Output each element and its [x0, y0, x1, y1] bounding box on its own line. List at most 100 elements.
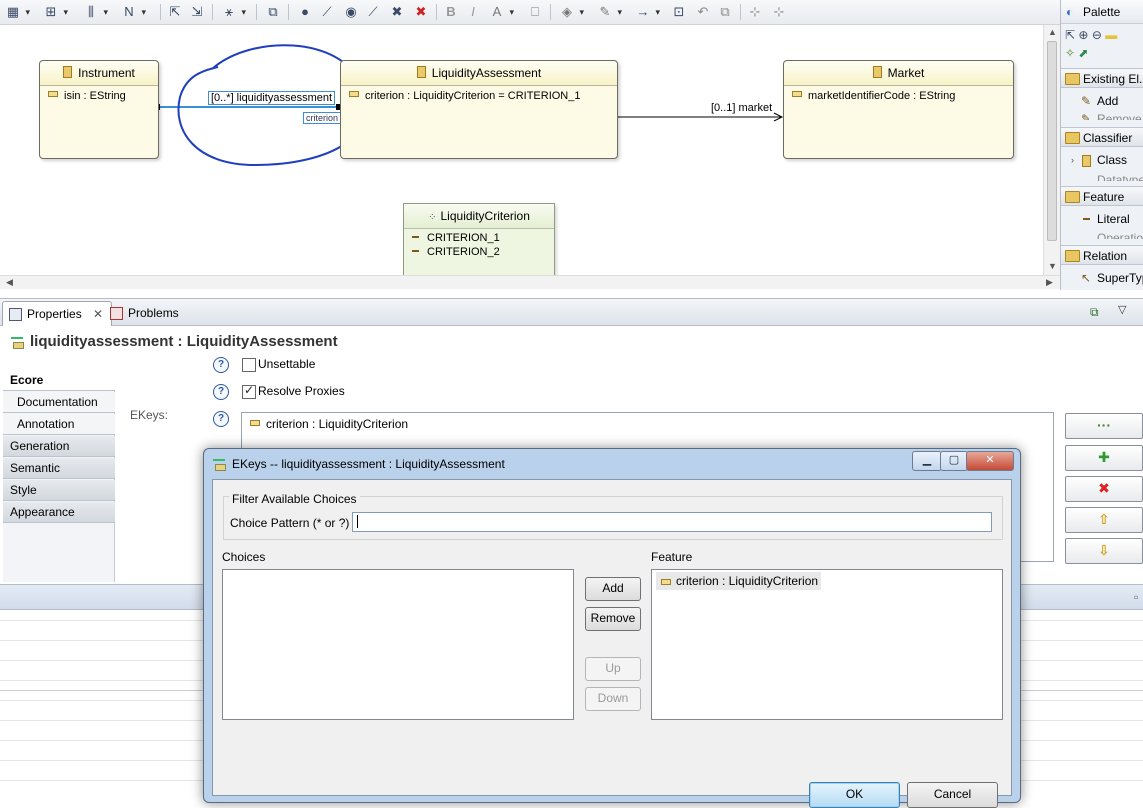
undo-icon[interactable]: ↶ — [694, 3, 712, 21]
palette-title[interactable]: ◐ Palette — [1061, 0, 1143, 24]
zoom-in-icon[interactable]: ⊕ — [1078, 28, 1088, 42]
paste-icon[interactable]: ⧉ — [716, 3, 734, 21]
add-tool-icon[interactable]: ⬈ — [1078, 46, 1088, 60]
view-menu-icon[interactable]: ▽ — [1118, 303, 1126, 316]
class-liquidity-assessment[interactable]: LiquidityAssessment criterion : Liquidit… — [340, 60, 618, 159]
section-ecore[interactable]: Ecore — [3, 370, 115, 391]
scroll-down-icon[interactable]: ▼ — [1048, 261, 1057, 271]
delete-from-diagram-icon[interactable]: ✖ — [388, 3, 406, 21]
canvas-vertical-scrollbar[interactable]: ▲ ▼ — [1043, 25, 1060, 275]
line-color-icon[interactable]: ✎ — [596, 3, 622, 21]
palette-item-literal[interactable]: Literal — [1061, 209, 1143, 229]
arrange-icon[interactable]: ⊞ — [42, 3, 68, 21]
route-icon[interactable]: N — [120, 3, 146, 21]
add-button[interactable]: Add — [585, 577, 641, 601]
edge-label-key[interactable]: criterion — [303, 112, 342, 124]
delete-from-model-icon[interactable]: ✖ — [412, 3, 430, 21]
enum-literal[interactable]: CRITERION_2 — [404, 244, 554, 258]
palette-item-class[interactable]: › Class — [1061, 150, 1143, 170]
section-generation[interactable]: Generation — [3, 436, 115, 457]
section-style[interactable]: Style — [3, 480, 115, 501]
drawer-classifier[interactable]: Classifier — [1061, 127, 1143, 147]
zoom-out-icon[interactable]: ⊖ — [1092, 28, 1102, 42]
drawer-relation[interactable]: Relation — [1061, 245, 1143, 265]
minimize-icon[interactable]: ▫ — [1134, 590, 1138, 604]
layout-icon[interactable]: ⇲ — [188, 3, 206, 21]
palette-item-operation[interactable]: Operation — [1061, 229, 1143, 239]
section-semantic[interactable]: Semantic — [3, 458, 115, 479]
help-icon[interactable]: ? — [213, 411, 229, 427]
tab-problems[interactable]: Problems — [104, 301, 187, 325]
diagram-canvas[interactable]: [0..*] liquidityassessment criterion [0.… — [0, 25, 1043, 275]
remove-button[interactable]: ✖ — [1065, 476, 1143, 502]
up-button[interactable]: Up — [585, 657, 641, 681]
canvas-horizontal-scrollbar[interactable]: ◀ ▶ — [0, 275, 1060, 289]
attribute-row[interactable]: marketIdentifierCode : EString — [784, 86, 1013, 102]
edge-label-assessment[interactable]: [0..*] liquidityassessment — [208, 91, 336, 105]
dialog-titlebar[interactable]: EKeys -- liquidityassessment : Liquidity… — [204, 449, 1020, 479]
fill-color-icon[interactable]: ◈ — [558, 3, 584, 21]
add-button[interactable]: ✚ — [1065, 445, 1143, 471]
palette-item-add[interactable]: ✎ Add — [1061, 91, 1143, 111]
unpin-icon[interactable]: ⊹ — [770, 3, 788, 21]
line-style-icon[interactable]: → — [634, 3, 661, 21]
connection-tool-icon[interactable]: ✧ — [1065, 46, 1075, 60]
edge-label-market[interactable]: [0..1] market — [711, 102, 772, 114]
select-all-icon[interactable]: ▦ — [4, 3, 30, 21]
font-color-icon[interactable]: A — [488, 3, 514, 21]
section-appearance[interactable]: Appearance — [3, 502, 115, 523]
help-icon[interactable]: ? — [213, 384, 229, 400]
down-button[interactable]: Down — [585, 687, 641, 711]
show-element-icon[interactable]: ● — [296, 3, 314, 21]
export-image-icon[interactable]: ⇱ — [166, 3, 184, 21]
feature-list-item[interactable]: criterion : LiquidityCriterion — [656, 572, 822, 590]
choices-list[interactable] — [222, 569, 574, 720]
italic-icon[interactable]: I — [464, 3, 482, 21]
drawer-feature[interactable]: Feature — [1061, 186, 1143, 206]
section-documentation[interactable]: Documentation — [3, 392, 115, 413]
align-icon[interactable]: ⫼ — [82, 3, 108, 21]
hide-element-icon[interactable]: ⟋ — [318, 3, 336, 21]
feature-list[interactable]: criterion : LiquidityCriterion — [651, 569, 1003, 720]
note-icon[interactable]: ▬ — [1105, 28, 1117, 42]
attribute-row[interactable]: isin : EString — [40, 86, 158, 102]
section-annotation[interactable]: Annotation — [3, 414, 115, 435]
move-down-button[interactable]: ⇩ — [1065, 538, 1143, 564]
scroll-right-icon[interactable]: ▶ — [1046, 277, 1053, 288]
drawer-existing-elements[interactable]: Existing El... — [1061, 68, 1143, 88]
palette-item-datatype[interactable]: Datatype — [1061, 171, 1143, 181]
tab-properties[interactable]: Properties ✕ — [2, 301, 113, 326]
remove-button[interactable]: Remove — [585, 607, 641, 631]
class-market[interactable]: Market marketIdentifierCode : EString — [783, 60, 1014, 159]
close-button[interactable]: ✕ — [966, 451, 1014, 471]
tree-layout-icon[interactable]: ⚹ — [220, 3, 246, 21]
cancel-button[interactable]: Cancel — [907, 782, 998, 808]
resolve-proxies-checkbox[interactable] — [242, 383, 256, 399]
class-instrument[interactable]: Instrument isin : EString — [39, 60, 159, 159]
attribute-row[interactable]: criterion : LiquidityCriterion = CRITERI… — [341, 86, 617, 102]
palette-item-supertype[interactable]: ↖ SuperTyp — [1061, 268, 1143, 288]
zoom-icon[interactable]: ⊡ — [670, 3, 688, 21]
ekeys-list-item[interactable]: criterion : LiquidityCriterion — [250, 417, 408, 431]
maximize-button[interactable]: ▢ — [940, 451, 968, 471]
scroll-up-icon[interactable]: ▲ — [1048, 27, 1057, 37]
help-icon[interactable]: ? — [213, 357, 229, 373]
browse-button[interactable]: ··· — [1065, 413, 1143, 439]
scroll-left-icon[interactable]: ◀ — [6, 277, 13, 288]
palette-item-remove[interactable]: ✎ Remove — [1061, 110, 1143, 120]
pin-icon[interactable]: ⊹ — [746, 3, 764, 21]
move-up-button[interactable]: ⇧ — [1065, 507, 1143, 533]
select-tool-icon[interactable]: ⇱ — [1065, 28, 1075, 42]
pattern-input[interactable] — [352, 512, 992, 532]
copy-format-icon[interactable]: ⧉ — [264, 3, 282, 21]
scroll-thumb[interactable] — [1047, 41, 1057, 241]
enum-liquidity-criterion[interactable]: ⁘ LiquidityCriterion CRITERION_1 CRITERIO… — [403, 203, 555, 275]
show-label-icon[interactable]: ◉ — [342, 3, 360, 21]
hide-label-icon[interactable]: ⟋ — [364, 3, 382, 21]
pin-view-icon[interactable]: ⧉ — [1090, 305, 1099, 320]
bold-icon[interactable]: B — [442, 3, 460, 21]
enum-literal[interactable]: CRITERION_1 — [404, 229, 554, 244]
unsettable-checkbox[interactable] — [242, 358, 256, 372]
close-icon[interactable]: ✕ — [93, 307, 103, 321]
minimize-button[interactable]: ▁ — [912, 451, 942, 471]
